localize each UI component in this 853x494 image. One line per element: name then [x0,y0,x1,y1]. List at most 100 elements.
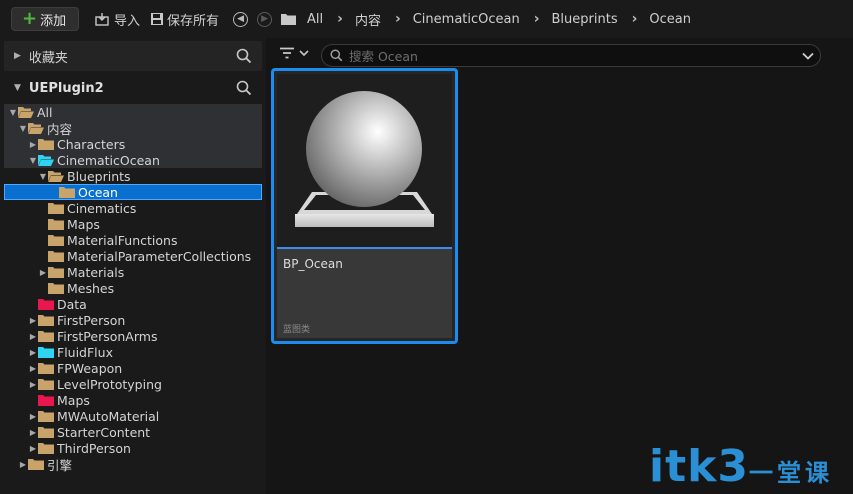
collapsed-arrow-icon[interactable]: ▶ [28,316,38,325]
tree-item[interactable]: ▶ Characters [4,136,262,152]
tree-item[interactable]: ▶ LevelPrototyping [4,376,262,392]
asset-search-input[interactable]: 搜索 Ocean [321,44,821,67]
tree-item[interactable]: ▶ FPWeapon [4,360,262,376]
folder-icon [38,347,54,358]
chevron-down-icon[interactable] [802,52,814,60]
content-area: 搜索 Ocean BP_Ocean 蓝图类 [269,38,853,494]
search-icon[interactable] [236,48,252,64]
breadcrumb-separator-icon[interactable]: › [534,11,540,27]
tree-item[interactable]: ▼ 内容 [4,120,262,137]
collapsed-arrow-icon[interactable]: ▶ [18,460,28,469]
tree-item[interactable]: ▼ Blueprints [4,168,262,184]
favorites-label: 收藏夹 [28,50,68,66]
tree-item-label: MaterialFunctions [67,232,178,248]
breadcrumb-ocean[interactable]: Ocean [649,12,691,27]
breadcrumb-content[interactable]: 内容 [355,10,381,29]
breadcrumb-blueprints[interactable]: Blueprints [552,12,618,27]
tree-item[interactable]: ▶ FirstPersonArms [4,328,262,344]
project-header[interactable]: ▼ UEPlugin2 [4,73,262,103]
collapsed-arrow-icon[interactable]: ▶ [38,268,48,277]
tree-item[interactable]: Data [4,296,262,312]
tree-item[interactable]: ▶ StarterContent [4,424,262,440]
collapsed-arrow-icon[interactable]: ▶ [28,380,38,389]
chevron-down-icon [299,50,309,57]
asset-tile[interactable]: BP_Ocean 蓝图类 [271,68,458,344]
tree-item[interactable]: ▼ All [4,104,262,120]
breadcrumb-separator-icon[interactable]: › [632,11,638,27]
tree-item[interactable]: MaterialFunctions [4,232,262,248]
collapsed-arrow-icon[interactable]: ▶ [28,348,38,357]
filter-dropdown[interactable] [279,47,309,59]
tree-item[interactable]: ▶ FluidFlux [4,344,262,360]
folder-icon [28,459,44,470]
back-icon[interactable]: ◀ [233,11,249,27]
collapsed-arrow-icon: ▶ [14,51,21,61]
favorites-header[interactable]: ▶ 收藏夹 [4,41,262,71]
breadcrumb-separator-icon[interactable]: › [395,11,401,27]
tree-item-label: FPWeapon [57,360,123,376]
tree-item-label: Data [57,296,87,312]
collapsed-arrow-icon[interactable]: ▶ [28,428,38,437]
collapsed-arrow-icon[interactable]: ▶ [28,444,38,453]
import-button[interactable]: 导入 [95,10,140,29]
open-folder-icon [18,107,34,118]
tree-item[interactable]: Cinematics [4,200,262,216]
expanded-arrow-icon[interactable]: ▼ [8,108,18,117]
add-button[interactable]: + 添加 [11,7,79,31]
folder-icon [48,283,64,294]
breadcrumb-separator-icon[interactable]: › [337,11,343,27]
search-icon[interactable] [236,80,252,96]
tree-item-label: Characters [57,136,126,152]
breadcrumb-all[interactable]: All [307,12,323,27]
folder-icon [38,379,54,390]
asset-thumbnail [277,74,452,247]
folder-icon [38,299,54,310]
tree-item-label: All [37,104,53,120]
tree-item-label: FirstPersonArms [57,328,158,344]
collapsed-arrow-icon[interactable]: ▶ [28,140,38,149]
expanded-arrow-icon[interactable]: ▼ [28,156,38,165]
tree-item[interactable]: ▼ CinematicOcean [4,152,262,168]
tree-item[interactable]: ▶ ThirdPerson [4,440,262,456]
sphere-icon [295,91,434,227]
tree-item-label: 内容 [47,121,73,137]
breadcrumb-cinematic-ocean[interactable]: CinematicOcean [413,12,520,27]
expanded-arrow-icon[interactable]: ▼ [18,124,28,133]
open-folder-icon [48,171,64,182]
tree-item[interactable]: ▶ MWAutoMaterial [4,408,262,424]
tree-item[interactable]: ▶ 引擎 [4,456,262,473]
collapsed-arrow-icon[interactable]: ▶ [28,364,38,373]
folder-icon [48,251,64,262]
import-icon [95,13,109,26]
folder-icon [59,187,75,198]
tree-item[interactable]: MaterialParameterCollections [4,248,262,264]
tree-item[interactable]: Maps [4,392,262,408]
folder-icon [48,219,64,230]
save-icon [151,13,164,25]
folder-icon [38,331,54,342]
collapsed-arrow-icon[interactable]: ▶ [28,332,38,341]
tree-item[interactable]: Maps [4,216,262,232]
tree-item-label: LevelPrototyping [57,376,162,392]
tree-item-label: Maps [67,216,100,232]
add-label: 添加 [40,13,67,29]
tree-item-label: ThirdPerson [57,440,131,456]
collapsed-arrow-icon[interactable]: ▶ [28,412,38,421]
folder-icon [38,395,54,406]
tree-item-label: 引擎 [47,457,73,473]
forward-icon[interactable]: ▶ [257,11,273,27]
folder-icon [48,267,64,278]
tree-item-label: CinematicOcean [57,152,160,168]
tree-item-label: FirstPerson [57,312,126,328]
project-label: UEPlugin2 [28,80,104,96]
filter-icon [280,47,294,59]
tree-item[interactable]: Ocean [4,184,262,200]
tree-item[interactable]: Meshes [4,280,262,296]
save-all-button[interactable]: 保存所有 [150,10,219,29]
expanded-arrow-icon[interactable]: ▼ [38,172,48,181]
tree-item[interactable]: ▶ Materials [4,264,262,280]
folder-icon [38,363,54,374]
expanded-arrow-icon: ▼ [14,83,21,93]
tree-item[interactable]: ▶ FirstPerson [4,312,262,328]
open-folder-icon [28,123,44,134]
